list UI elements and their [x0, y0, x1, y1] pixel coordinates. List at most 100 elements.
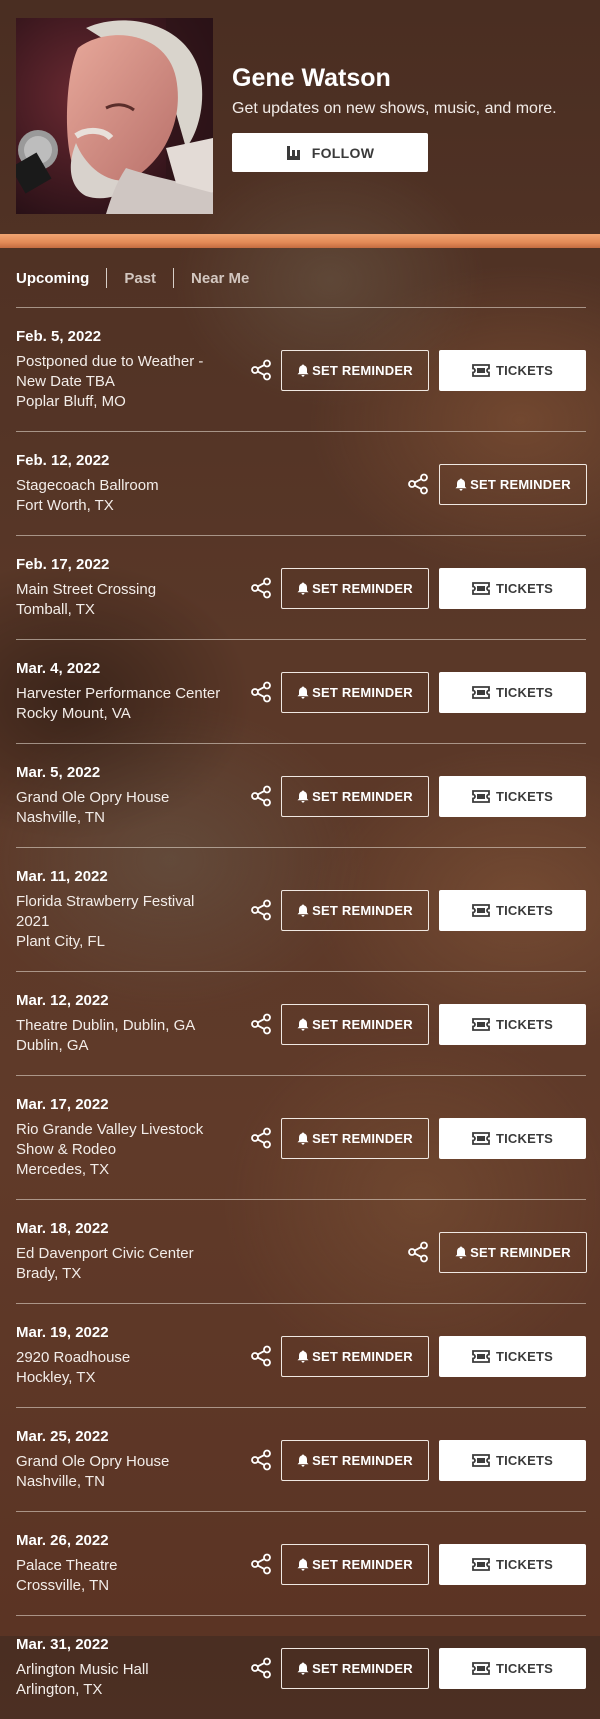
bell-icon — [455, 478, 467, 491]
bell-icon — [297, 364, 309, 377]
bell-icon — [297, 1018, 309, 1031]
share-icon[interactable] — [250, 1657, 272, 1679]
bell-icon — [297, 1662, 309, 1675]
tickets-button[interactable]: TICKETS — [439, 568, 586, 609]
tab-past[interactable]: Past — [124, 270, 156, 287]
event-row: Mar. 11, 2022 Florida Strawberry Festival… — [16, 847, 586, 971]
tickets-button[interactable]: TICKETS — [439, 1118, 586, 1159]
share-icon[interactable] — [250, 1449, 272, 1471]
event-info: Mar. 12, 2022 Theatre Dublin, Dublin, GA D… — [16, 992, 236, 1056]
event-tabs: Upcoming Past Near Me — [16, 266, 249, 290]
share-icon[interactable] — [250, 577, 272, 599]
event-info: Mar. 25, 2022 Grand Ole Opry House Nashvil… — [16, 1428, 236, 1492]
event-info: Mar. 19, 2022 2920 Roadhouse Hockley, TX — [16, 1324, 236, 1388]
set-reminder-button[interactable]: SET REMINDER — [439, 464, 587, 505]
tab-near-me[interactable]: Near Me — [191, 270, 249, 287]
ticket-icon — [472, 790, 490, 803]
event-date: Mar. 18, 2022 — [16, 1220, 109, 1237]
set-reminder-button[interactable]: SET REMINDER — [281, 568, 429, 609]
tab-upcoming[interactable]: Upcoming — [16, 270, 89, 287]
event-location: Arlington, TX — [16, 1681, 103, 1698]
ticket-icon — [472, 1018, 490, 1031]
event-venue: Harvester Performance Center — [16, 685, 221, 702]
share-icon[interactable] — [250, 1553, 272, 1575]
follow-label: FOLLOW — [311, 144, 375, 161]
set-reminder-label: SET REMINDER — [312, 363, 413, 378]
tickets-button[interactable]: TICKETS — [439, 1336, 586, 1377]
set-reminder-button[interactable]: SET REMINDER — [281, 776, 429, 817]
tickets-button[interactable]: TICKETS — [439, 890, 586, 931]
event-info: Mar. 18, 2022 Ed Davenport Civic Center Br… — [16, 1220, 236, 1284]
event-venue: Rio Grande Valley Livestock — [16, 1121, 204, 1138]
tickets-button[interactable]: TICKETS — [439, 1440, 586, 1481]
tickets-label: TICKETS — [495, 1017, 553, 1032]
event-row: Feb. 12, 2022 Stagecoach Ballroom Fort Wor… — [16, 431, 587, 535]
event-location: Tomball, TX — [16, 601, 95, 618]
set-reminder-button[interactable]: SET REMINDER — [439, 1232, 587, 1273]
event-date: Mar. 5, 2022 — [16, 764, 101, 781]
share-icon[interactable] — [407, 1241, 429, 1263]
tickets-button[interactable]: TICKETS — [439, 672, 586, 713]
event-row: Mar. 19, 2022 2920 Roadhouse Hockley, TX SE… — [16, 1303, 586, 1407]
bell-icon — [297, 582, 309, 595]
set-reminder-button[interactable]: SET REMINDER — [281, 1544, 429, 1585]
tickets-button[interactable]: TICKETS — [439, 1648, 586, 1689]
tickets-label: TICKETS — [495, 789, 553, 804]
bell-icon — [297, 790, 309, 803]
event-date: Feb. 17, 2022 — [16, 556, 110, 573]
tickets-button[interactable]: TICKETS — [439, 776, 586, 817]
set-reminder-label: SET REMINDER — [312, 1453, 413, 1468]
set-reminder-button[interactable]: SET REMINDER — [281, 350, 429, 391]
tickets-button[interactable]: TICKETS — [439, 350, 586, 391]
event-venue: Show & Rodeo — [16, 1141, 117, 1158]
event-venue: Stagecoach Ballroom — [16, 477, 159, 494]
set-reminder-button[interactable]: SET REMINDER — [281, 672, 429, 713]
ticket-icon — [472, 1454, 490, 1467]
event-info: Mar. 17, 2022 Rio Grande Valley Livestock… — [16, 1096, 236, 1180]
tickets-label: TICKETS — [495, 1453, 553, 1468]
event-list: Feb. 5, 2022 Postponed due to Weather - Ne… — [16, 307, 587, 1719]
tickets-label: TICKETS — [495, 1131, 553, 1146]
event-venue: Palace Theatre — [16, 1557, 118, 1574]
artist-photo — [16, 18, 213, 214]
share-icon[interactable] — [250, 359, 272, 381]
set-reminder-label: SET REMINDER — [470, 477, 571, 492]
share-icon[interactable] — [250, 681, 272, 703]
event-venue: Grand Ole Opry House — [16, 1453, 170, 1470]
follow-button[interactable]: FOLLOW — [232, 133, 428, 172]
artist-header: Gene Watson Get updates on new shows, mu… — [0, 0, 600, 234]
share-icon[interactable] — [407, 473, 429, 495]
event-date: Feb. 5, 2022 — [16, 328, 102, 345]
event-date: Mar. 31, 2022 — [16, 1636, 109, 1653]
share-icon[interactable] — [250, 1013, 272, 1035]
share-icon[interactable] — [250, 1345, 272, 1367]
share-icon[interactable] — [250, 1127, 272, 1149]
ticket-icon — [472, 364, 490, 377]
event-location: Brady, TX — [16, 1265, 82, 1282]
share-icon[interactable] — [250, 785, 272, 807]
tickets-label: TICKETS — [495, 903, 553, 918]
set-reminder-button[interactable]: SET REMINDER — [281, 1004, 429, 1045]
bell-icon — [297, 1350, 309, 1363]
set-reminder-button[interactable]: SET REMINDER — [281, 1118, 429, 1159]
event-location: Hockley, TX — [16, 1369, 96, 1386]
tickets-button[interactable]: TICKETS — [439, 1004, 586, 1045]
tickets-button[interactable]: TICKETS — [439, 1544, 586, 1585]
ticket-icon — [472, 1132, 490, 1145]
tickets-label: TICKETS — [495, 1557, 553, 1572]
share-icon[interactable] — [250, 899, 272, 921]
set-reminder-button[interactable]: SET REMINDER — [281, 1648, 429, 1689]
event-date: Mar. 19, 2022 — [16, 1324, 109, 1341]
set-reminder-button[interactable]: SET REMINDER — [281, 1440, 429, 1481]
event-info: Mar. 11, 2022 Florida Strawberry Festival… — [16, 868, 236, 952]
set-reminder-label: SET REMINDER — [312, 581, 413, 596]
set-reminder-label: SET REMINDER — [312, 1017, 413, 1032]
event-date: Mar. 4, 2022 — [16, 660, 101, 677]
event-location: Crossville, TN — [16, 1577, 110, 1594]
accent-divider — [0, 234, 600, 248]
set-reminder-button[interactable]: SET REMINDER — [281, 1336, 429, 1377]
bell-icon — [297, 686, 309, 699]
event-row: Mar. 12, 2022 Theatre Dublin, Dublin, GA D… — [16, 971, 586, 1075]
set-reminder-button[interactable]: SET REMINDER — [281, 890, 429, 931]
bandsintown-logo-icon — [286, 145, 302, 161]
